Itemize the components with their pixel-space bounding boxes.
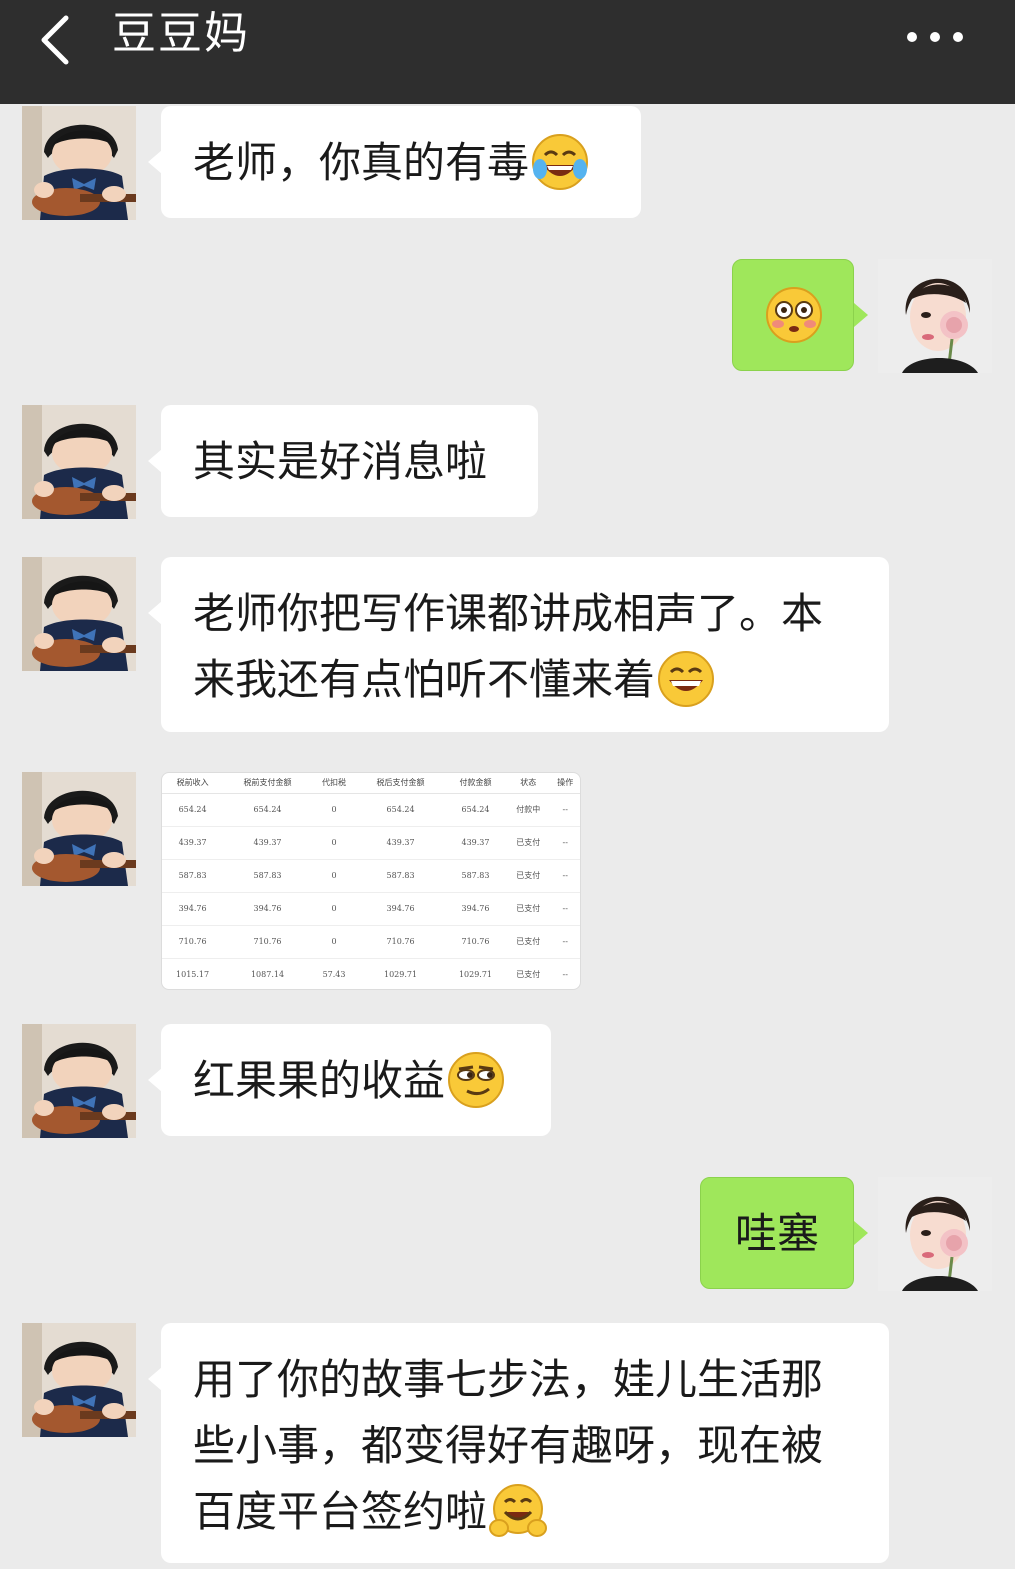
my-avatar[interactable] — [878, 259, 992, 373]
message-bubble[interactable]: 红果果的收益 — [161, 1024, 551, 1136]
contact-avatar[interactable] — [22, 772, 136, 886]
contact-avatar[interactable] — [22, 1323, 136, 1437]
chat-title: 豆豆妈 — [112, 8, 250, 59]
more-dots-icon[interactable] — [898, 22, 972, 52]
flushed-emoji — [766, 287, 822, 343]
table-row: 587.83 587.83 0 587.83 587.83 已支付 -- — [162, 859, 580, 893]
chevron-left-icon[interactable] — [30, 6, 86, 66]
message-bubble[interactable]: 老师你把写作课都讲成相声了。本 来我还有点怕听不懂来着 — [161, 557, 889, 732]
message-bubble[interactable]: 哇塞 — [700, 1177, 854, 1289]
message-bubble[interactable] — [732, 259, 854, 371]
hugging-emoji — [489, 1483, 548, 1537]
contact-avatar[interactable] — [22, 557, 136, 671]
table-row: 439.37 439.37 0 439.37 439.37 已支付 -- — [162, 826, 580, 860]
contact-avatar[interactable] — [22, 405, 136, 519]
table-row: 710.76 710.76 0 710.76 710.76 已支付 -- — [162, 925, 580, 959]
earnings-table: 税前收入 税前支付金额 代扣税 税后支付金额 付款金额 状态 操作 654.24… — [162, 773, 580, 989]
message-bubble[interactable]: 老师，你真的有毒 — [161, 106, 641, 218]
table-row: 394.76 394.76 0 394.76 394.76 已支付 -- — [162, 892, 580, 926]
table-header-row: 税前收入 税前支付金额 代扣税 税后支付金额 付款金额 状态 操作 — [162, 773, 580, 794]
contact-avatar[interactable] — [22, 106, 136, 220]
message-bubble[interactable]: 其实是好消息啦 — [161, 405, 538, 517]
grinning-emoji — [658, 650, 715, 707]
table-row: 654.24 654.24 0 654.24 654.24 付款中 -- — [162, 793, 580, 827]
contact-avatar[interactable] — [22, 1024, 136, 1138]
message-bubble[interactable]: 用了你的故事七步法，娃儿生活那 些小事，都变得好有趣呀，现在被 百度平台签约啦 — [161, 1323, 889, 1563]
smirk-emoji — [448, 1051, 505, 1108]
my-avatar[interactable] — [878, 1177, 992, 1291]
image-message[interactable]: 税前收入 税前支付金额 代扣税 税后支付金额 付款金额 状态 操作 654.24… — [161, 772, 581, 990]
chat-header: 豆豆妈 — [0, 0, 1015, 104]
tears-of-joy-emoji — [532, 133, 589, 190]
table-row: 1015.17 1087.14 57.43 1029.71 1029.71 已支付 -- — [162, 958, 580, 989]
